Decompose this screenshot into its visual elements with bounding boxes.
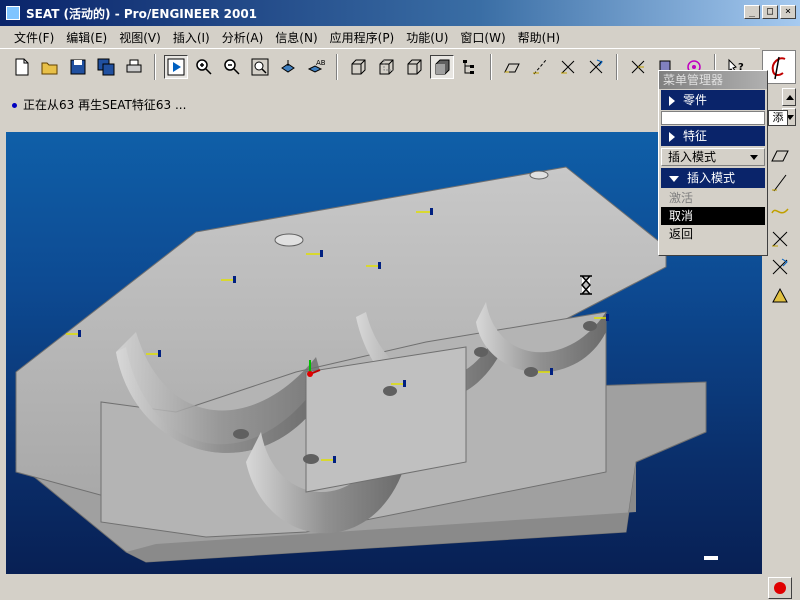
chevron-down-icon bbox=[750, 155, 758, 160]
menu-help[interactable]: 帮助(H) bbox=[512, 29, 566, 46]
menu-window[interactable]: 窗口(W) bbox=[454, 29, 511, 46]
menu-utilities[interactable]: 功能(U) bbox=[400, 29, 454, 46]
message-text: 正在从63 再生SEAT特征63 ... bbox=[23, 98, 187, 112]
datum-toolbar bbox=[764, 140, 796, 340]
toolbar-separator bbox=[490, 53, 492, 80]
menu-manager-input[interactable]: 添 bbox=[661, 110, 788, 126]
menu-info[interactable]: 信息(N) bbox=[269, 29, 323, 46]
menu-edit[interactable]: 编辑(E) bbox=[60, 29, 113, 46]
menu-feature-label: 特征 bbox=[683, 129, 708, 143]
svg-text:AB: AB bbox=[316, 59, 325, 67]
menu-part-label: 零件 bbox=[683, 93, 708, 107]
menu-analysis[interactable]: 分析(A) bbox=[216, 29, 270, 46]
menu-manager: 菜单管理器 零件 添 特征 插入模式 插入模式 激活 取消 返回 bbox=[658, 70, 788, 256]
window-title: SEAT (活动的) - Pro/ENGINEER 2001 bbox=[26, 6, 258, 21]
axis-tool-icon[interactable] bbox=[767, 170, 793, 196]
expand-arrow-icon bbox=[669, 95, 675, 106]
print-icon[interactable] bbox=[122, 55, 146, 79]
status-bar bbox=[0, 574, 800, 600]
menu-view[interactable]: 视图(V) bbox=[113, 29, 167, 46]
toolbar-separator bbox=[154, 53, 156, 80]
app-icon bbox=[6, 6, 20, 20]
zoom-out-icon[interactable] bbox=[220, 55, 244, 79]
message-bullet-icon bbox=[12, 103, 17, 108]
title-bar: SEAT (活动的) - Pro/ENGINEER 2001 _ □ × bbox=[0, 0, 800, 26]
no-hidden-icon[interactable] bbox=[402, 55, 426, 79]
minimize-button[interactable]: _ bbox=[744, 5, 760, 19]
close-button[interactable]: × bbox=[780, 5, 796, 19]
coordinate-systems-icon[interactable] bbox=[584, 55, 608, 79]
open-folder-icon[interactable] bbox=[38, 55, 62, 79]
menu-item-cancel[interactable]: 取消 bbox=[661, 207, 765, 225]
toolbar-separator bbox=[616, 53, 618, 80]
curve-tool-icon[interactable] bbox=[767, 198, 793, 224]
datum-planes-icon[interactable] bbox=[500, 55, 524, 79]
scale-marker bbox=[704, 556, 718, 560]
menu-insert-mode-label: 插入模式 bbox=[687, 171, 736, 185]
record-icon bbox=[774, 582, 786, 594]
redraw-icon[interactable] bbox=[164, 54, 188, 79]
main-toolbar: AB ? bbox=[0, 48, 760, 84]
insert-mode-dropdown-label: 插入模式 bbox=[668, 150, 717, 164]
menu-applications[interactable]: 应用程序(P) bbox=[324, 29, 401, 46]
message-line: 正在从63 再生SEAT特征63 ... bbox=[12, 96, 186, 113]
graphics-window[interactable] bbox=[6, 132, 762, 574]
menu-item-activate: 激活 bbox=[669, 191, 694, 205]
window-controls: _ □ × bbox=[744, 5, 796, 19]
toolbar-separator bbox=[336, 53, 338, 80]
part-model bbox=[15, 166, 718, 563]
scroll-up-button[interactable] bbox=[782, 88, 796, 106]
shading-icon[interactable] bbox=[430, 54, 454, 79]
point-tool-icon[interactable] bbox=[767, 226, 793, 252]
collapse-arrow-icon bbox=[669, 175, 679, 182]
save-icon[interactable] bbox=[66, 55, 90, 79]
new-file-icon[interactable] bbox=[10, 55, 34, 79]
analysis-tool-icon[interactable] bbox=[767, 282, 793, 308]
expand-arrow-icon bbox=[669, 131, 675, 142]
menu-manager-title: 菜单管理器 bbox=[659, 71, 767, 89]
maximize-button[interactable]: □ bbox=[762, 5, 778, 19]
zoom-fit-icon[interactable] bbox=[248, 55, 272, 79]
menu-bar: 文件(F) 编辑(E) 视图(V) 插入(I) 分析(A) 信息(N) 应用程序… bbox=[0, 26, 800, 48]
csys-tool-icon[interactable] bbox=[767, 254, 793, 280]
menu-input-tag[interactable]: 添 bbox=[768, 110, 788, 126]
model-tree-icon[interactable] bbox=[458, 55, 482, 79]
menu-item-return[interactable]: 返回 bbox=[661, 225, 765, 243]
menu-feature-header[interactable]: 特征 bbox=[661, 126, 765, 146]
record-button[interactable] bbox=[768, 577, 792, 599]
saved-views-icon[interactable]: AB bbox=[304, 55, 328, 79]
menu-part-header[interactable]: 零件 bbox=[661, 90, 765, 110]
datum-points-icon[interactable] bbox=[556, 55, 580, 79]
menu-file[interactable]: 文件(F) bbox=[8, 29, 60, 46]
wireframe-icon[interactable] bbox=[346, 55, 370, 79]
save-copy-icon[interactable] bbox=[94, 55, 118, 79]
datum-axes-icon[interactable] bbox=[528, 55, 552, 79]
menu-insert[interactable]: 插入(I) bbox=[167, 29, 216, 46]
sketch-tool-icon[interactable] bbox=[626, 55, 650, 79]
zoom-in-icon[interactable] bbox=[192, 55, 216, 79]
hidden-line-icon[interactable] bbox=[374, 55, 398, 79]
plane-tool-icon[interactable] bbox=[767, 142, 793, 168]
orient-icon[interactable] bbox=[276, 55, 300, 79]
insert-mode-dropdown[interactable]: 插入模式 bbox=[661, 148, 765, 166]
menu-insert-mode-header[interactable]: 插入模式 bbox=[661, 168, 765, 188]
